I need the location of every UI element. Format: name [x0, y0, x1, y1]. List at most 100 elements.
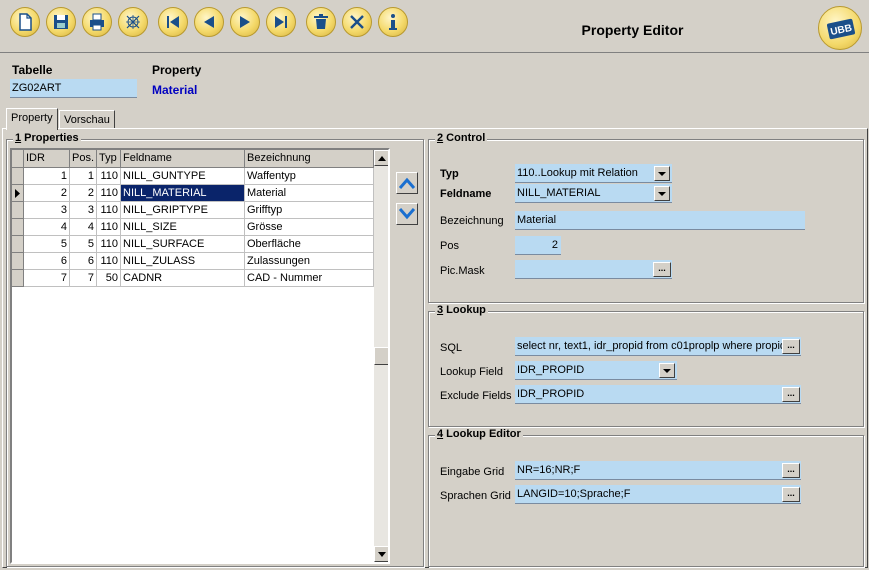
row-indicator[interactable]: [12, 219, 24, 236]
cell-typ[interactable]: 110: [97, 253, 121, 270]
feldname-label: Feldname: [440, 188, 492, 200]
cell-pos[interactable]: 2: [70, 185, 97, 202]
column-header-idr[interactable]: IDR: [24, 150, 70, 168]
picmask-browse-button[interactable]: ...: [653, 262, 671, 277]
chevron-up-icon: [399, 177, 415, 189]
row-indicator[interactable]: [12, 202, 24, 219]
property-value: Material: [152, 83, 198, 97]
cell-typ[interactable]: 110: [97, 185, 121, 202]
cell-feldname[interactable]: NILL_GRIPTYPE: [121, 202, 245, 219]
pos-field[interactable]: 2: [515, 236, 561, 255]
exclude-fields-field[interactable]: IDR_PROPID ...: [515, 385, 801, 404]
first-icon[interactable]: [158, 7, 188, 37]
table-row[interactable]: 2 2 110 NILL_MATERIAL Material: [12, 185, 374, 202]
cell-idr[interactable]: 1: [24, 168, 70, 185]
cell-bezeichnung[interactable]: Grösse: [245, 219, 374, 236]
scroll-down-button[interactable]: [374, 546, 388, 562]
scroll-up-button[interactable]: [374, 150, 388, 166]
save-icon[interactable]: [46, 7, 76, 37]
print-icon[interactable]: [82, 7, 112, 37]
next-icon[interactable]: [230, 7, 260, 37]
feldname-dropdown-button[interactable]: [654, 186, 670, 201]
table-row[interactable]: 7 7 50 CADNR CAD - Nummer: [12, 270, 374, 287]
cell-pos[interactable]: 3: [70, 202, 97, 219]
tab-vorschau[interactable]: Vorschau: [59, 110, 115, 128]
cell-feldname[interactable]: NILL_SIZE: [121, 219, 245, 236]
column-header-pos[interactable]: Pos.: [70, 150, 97, 168]
tab-property[interactable]: Property: [6, 108, 58, 130]
cell-pos[interactable]: 4: [70, 219, 97, 236]
cancel-icon[interactable]: [342, 7, 372, 37]
app-title: Property Editor: [581, 22, 684, 38]
cell-idr[interactable]: 3: [24, 202, 70, 219]
tabelle-field[interactable]: ZG02ART: [10, 79, 137, 98]
eingabe-grid-browse-button[interactable]: ...: [782, 463, 800, 478]
move-down-button[interactable]: [396, 203, 418, 225]
cell-idr[interactable]: 6: [24, 253, 70, 270]
cell-pos[interactable]: 6: [70, 253, 97, 270]
sprachen-grid-browse-button[interactable]: ...: [782, 487, 800, 502]
cell-typ[interactable]: 110: [97, 202, 121, 219]
delete-icon[interactable]: [306, 7, 336, 37]
table-row[interactable]: 5 5 110 NILL_SURFACE Oberfläche: [12, 236, 374, 253]
cell-typ[interactable]: 110: [97, 219, 121, 236]
lookup-field-dropdown-button[interactable]: [659, 363, 675, 378]
bezeichnung-label: Bezeichnung: [440, 215, 504, 227]
row-indicator[interactable]: [12, 253, 24, 270]
exclude-fields-browse-button[interactable]: ...: [782, 387, 800, 402]
move-up-button[interactable]: [396, 172, 418, 194]
table-row[interactable]: 4 4 110 NILL_SIZE Grösse: [12, 219, 374, 236]
row-indicator[interactable]: [12, 168, 24, 185]
column-header-typ[interactable]: Typ: [97, 150, 121, 168]
cell-typ[interactable]: 50: [97, 270, 121, 287]
last-icon[interactable]: [266, 7, 296, 37]
sql-browse-button[interactable]: ...: [782, 339, 800, 354]
cell-feldname[interactable]: NILL_MATERIAL: [121, 185, 245, 202]
properties-grid[interactable]: IDR Pos. Typ Feldname Bezeichnung 1 1 110 N…: [10, 148, 390, 564]
column-header-bezeichnung[interactable]: Bezeichnung: [245, 150, 374, 168]
grid-scrollbar[interactable]: [374, 150, 388, 562]
cell-idr[interactable]: 2: [24, 185, 70, 202]
cell-bezeichnung[interactable]: Material: [245, 185, 374, 202]
cell-typ[interactable]: 110: [97, 236, 121, 253]
previous-icon[interactable]: [194, 7, 224, 37]
sql-field[interactable]: select nr, text1, idr_propid from c01pro…: [515, 337, 801, 356]
cell-bezeichnung[interactable]: Waffentyp: [245, 168, 374, 185]
cell-idr[interactable]: 5: [24, 236, 70, 253]
cell-feldname[interactable]: NILL_GUNTYPE: [121, 168, 245, 185]
table-row[interactable]: 3 3 110 NILL_GRIPTYPE Grifftyp: [12, 202, 374, 219]
cell-typ[interactable]: 110: [97, 168, 121, 185]
cell-bezeichnung[interactable]: Zulassungen: [245, 253, 374, 270]
row-indicator[interactable]: [12, 270, 24, 287]
row-indicator[interactable]: [12, 185, 24, 202]
feldname-combobox[interactable]: NILL_MATERIAL: [515, 184, 672, 203]
bezeichnung-field[interactable]: Material: [515, 211, 805, 230]
scroll-thumb[interactable]: [374, 347, 388, 365]
table-row[interactable]: 6 6 110 NILL_ZULASS Zulassungen: [12, 253, 374, 270]
typ-dropdown-button[interactable]: [654, 166, 670, 181]
typ-combobox[interactable]: 110..Lookup mit Relation: [515, 164, 672, 183]
cell-pos[interactable]: 5: [70, 236, 97, 253]
eingabe-grid-field[interactable]: NR=16;NR;F ...: [515, 461, 801, 480]
picmask-field[interactable]: ...: [515, 260, 672, 279]
cell-bezeichnung[interactable]: Oberfläche: [245, 236, 374, 253]
cell-idr[interactable]: 4: [24, 219, 70, 236]
cell-bezeichnung[interactable]: Grifftyp: [245, 202, 374, 219]
sprachen-grid-field[interactable]: LANGID=10;Sprache;F ...: [515, 485, 801, 504]
new-icon[interactable]: [10, 7, 40, 37]
cell-idr[interactable]: 7: [24, 270, 70, 287]
exclude-fields-label: Exclude Fields: [440, 390, 512, 402]
grid-corner: [12, 150, 24, 168]
cell-bezeichnung[interactable]: CAD - Nummer: [245, 270, 374, 287]
info-icon[interactable]: [378, 7, 408, 37]
table-row[interactable]: 1 1 110 NILL_GUNTYPE Waffentyp: [12, 168, 374, 185]
cell-feldname[interactable]: CADNR: [121, 270, 245, 287]
clear-icon[interactable]: [118, 7, 148, 37]
cell-pos[interactable]: 7: [70, 270, 97, 287]
lookup-field-combobox[interactable]: IDR_PROPID: [515, 361, 677, 380]
row-indicator[interactable]: [12, 236, 24, 253]
cell-pos[interactable]: 1: [70, 168, 97, 185]
cell-feldname[interactable]: NILL_SURFACE: [121, 236, 245, 253]
cell-feldname[interactable]: NILL_ZULASS: [121, 253, 245, 270]
column-header-feldname[interactable]: Feldname: [121, 150, 245, 168]
